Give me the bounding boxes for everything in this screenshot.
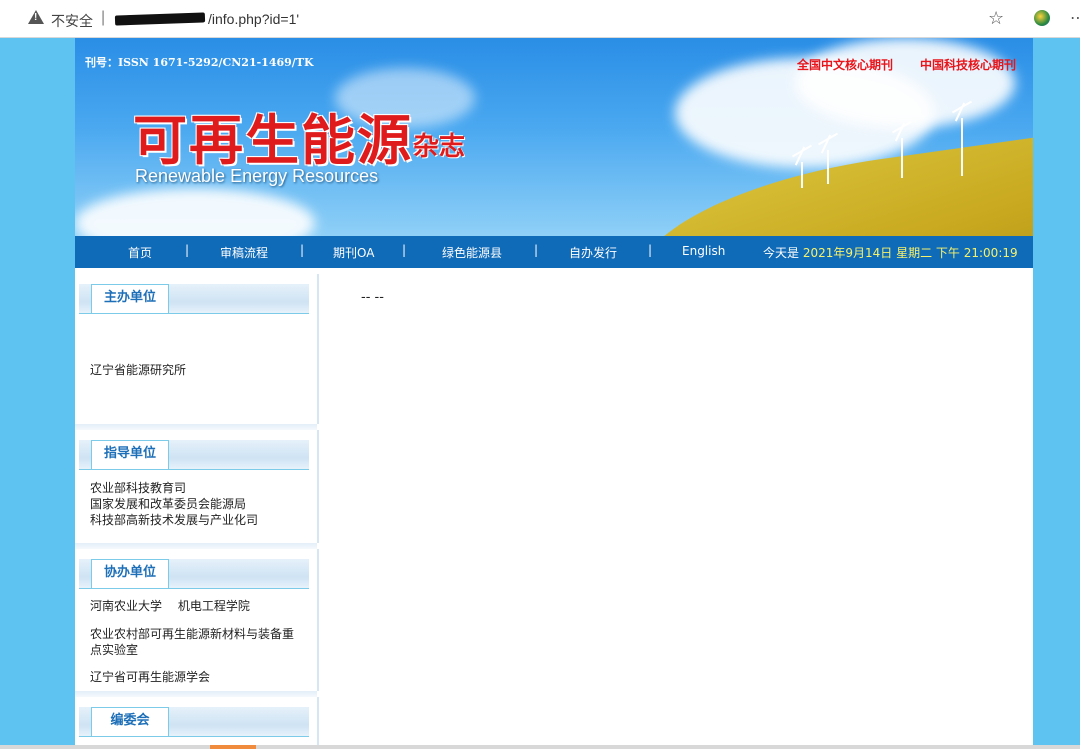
logo-magazine-label: 杂志 <box>413 132 466 162</box>
sponsor-box: 主办单位 辽宁省能源研究所 <box>75 274 319 424</box>
main-nav: 首页 | 审稿流程 | 期刊OA | 绿色能源县 | 自办发行 | Englis… <box>75 236 1033 268</box>
browser-toolbar: 不安全 | /info.php?id=1' ☆ ⋯ <box>0 0 1080 38</box>
logo-english: Renewable Energy Resources <box>135 166 379 186</box>
issn-label: 刊号：ISSN 1671-5292/CN21-1469/TK <box>85 56 314 69</box>
date-display: 今天是 2021年9月14日 星期二 下午 21:00:19 <box>763 244 1018 261</box>
tech-core-badge: 中国科技核心期刊 <box>920 58 1017 72</box>
co-org-title: 协办单位 <box>91 559 169 588</box>
main-content: -- -- <box>361 290 384 305</box>
sponsor-title: 主办单位 <box>91 284 169 313</box>
url-text[interactable]: /info.php?id=1' <box>208 11 299 27</box>
nav-separator: | <box>185 243 190 257</box>
guide-line: 国家发展和改革委员会能源局 <box>90 497 247 511</box>
cloud-shape <box>795 38 1015 128</box>
taskbar-accent <box>210 745 256 749</box>
cloud-shape <box>75 188 315 236</box>
header-banner: 刊号：ISSN 1671-5292/CN21-1469/TK 全国中文核心期刊 … <box>75 38 1033 236</box>
nav-self-distribution[interactable]: 自办发行 <box>569 244 617 261</box>
nav-separator: | <box>648 243 653 257</box>
guide-box: 指导单位 农业部科技教育司 国家发展和改革委员会能源局 科技部高新技术发展与产业… <box>75 430 319 543</box>
warning-icon[interactable] <box>28 10 44 24</box>
wind-turbine-icon <box>961 118 963 176</box>
sidebar: 主办单位 辽宁省能源研究所 指导单位 农业部科技教育司 国家发展和改革委员会能源… <box>75 274 319 749</box>
logo-title: 可再生能源 <box>133 109 413 172</box>
today-value: 2021年9月14日 星期二 下午 21:00:19 <box>802 246 1018 260</box>
co-org-box: 协办单位 河南农业大学 机电工程学院 农业农村部可再生能源新材料与装备重 点实验… <box>75 549 319 691</box>
security-label[interactable]: 不安全 <box>51 11 93 31</box>
nav-home[interactable]: 首页 <box>128 244 152 261</box>
address-separator: | <box>101 9 106 26</box>
guide-line: 科技部高新技术发展与产业化司 <box>90 513 259 527</box>
nav-separator: | <box>300 243 305 257</box>
nav-green-energy-county[interactable]: 绿色能源县 <box>442 244 502 261</box>
redacted-domain <box>114 12 206 26</box>
wind-turbine-icon <box>801 162 803 188</box>
sponsor-header: 主办单位 <box>79 284 309 314</box>
star-add-icon[interactable]: ☆ <box>988 8 1004 29</box>
guide-header: 指导单位 <box>79 440 309 470</box>
today-label: 今天是 <box>763 246 800 260</box>
nav-journal-oa[interactable]: 期刊OA <box>333 244 374 261</box>
page-container: 刊号：ISSN 1671-5292/CN21-1469/TK 全国中文核心期刊 … <box>75 38 1033 749</box>
editorial-title: 编委会 <box>91 707 169 736</box>
co-org-line: 河南农业大学 机电工程学院 <box>90 599 250 613</box>
core-journal-badge: 全国中文核心期刊 <box>797 58 894 72</box>
address-bar[interactable]: 不安全 | /info.php?id=1' ☆ <box>18 5 1016 33</box>
nav-separator: | <box>534 243 539 257</box>
wind-turbine-icon <box>901 138 903 178</box>
editorial-header: 编委会 <box>79 707 309 737</box>
nav-review-process[interactable]: 审稿流程 <box>220 244 268 261</box>
nav-separator: | <box>402 243 407 257</box>
taskbar-strip <box>0 745 1080 749</box>
extension-icon[interactable] <box>1034 10 1050 26</box>
menu-icon[interactable]: ⋯ <box>1070 8 1080 27</box>
sponsor-line: 辽宁省能源研究所 <box>90 363 187 377</box>
co-org-header: 协办单位 <box>79 559 309 589</box>
co-org-line: 辽宁省可再生能源学会 <box>90 670 211 684</box>
wind-turbine-icon <box>827 150 829 184</box>
co-org-line: 农业农村部可再生能源新材料与装备重 <box>90 627 295 641</box>
nav-english[interactable]: English <box>682 244 725 258</box>
guide-title: 指导单位 <box>91 440 169 469</box>
co-org-line: 点实验室 <box>90 643 139 657</box>
guide-line: 农业部科技教育司 <box>90 481 187 495</box>
editorial-box: 编委会 <box>75 697 319 749</box>
